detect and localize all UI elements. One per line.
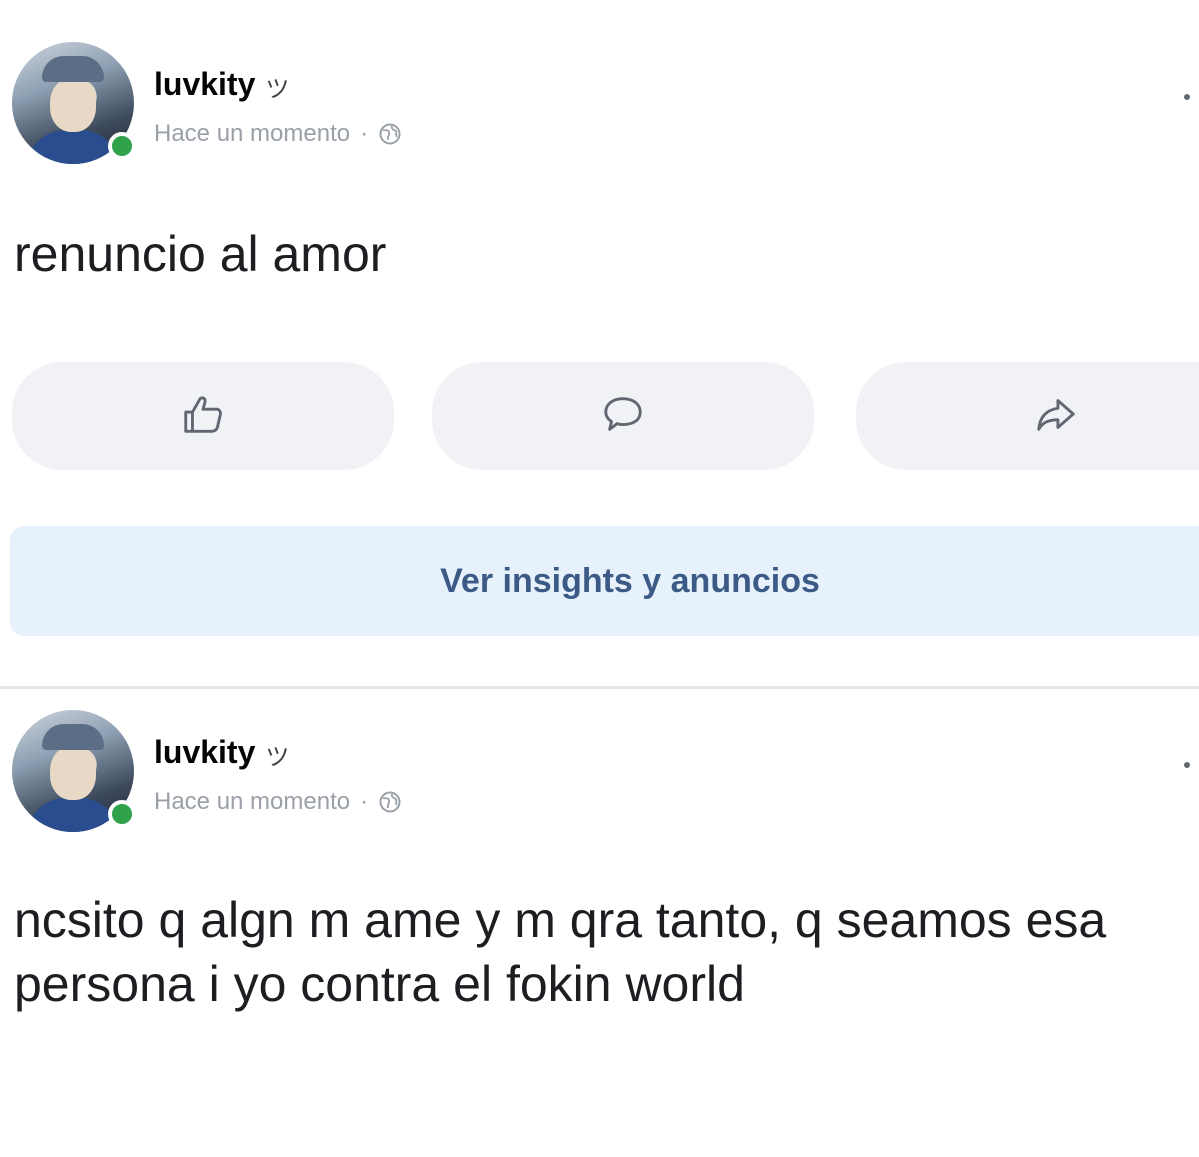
share-arrow-icon [1033,391,1079,442]
post-timestamp[interactable]: Hace un momento [154,120,350,148]
author-name-row: luvkity ツ [154,66,289,103]
more-options-icon[interactable] [1184,94,1190,100]
post-actions [12,362,1199,470]
avatar-shirt [26,130,120,164]
post-text: ncsito q algn m ame y m qra tanto, q sea… [14,892,1107,1012]
post-timestamp[interactable]: Hace un momento [154,788,350,816]
avatar-shirt [26,798,120,832]
online-status-dot [108,132,136,160]
post-meta: Hace un momento · [154,120,402,148]
comment-button[interactable] [432,362,814,470]
post-header: luvkity ツ Hace un momento · [12,710,1192,840]
avatar-cap [42,56,104,82]
globe-icon[interactable] [378,122,402,146]
post-card: luvkity ツ Hace un momento · renuncio al a… [0,0,1199,688]
post-card: luvkity ツ Hace un momento · ncsito q algn… [0,690,1199,1157]
post-divider [0,686,1199,689]
post-text: renuncio al amor [14,226,387,282]
view-insights-button[interactable]: Ver insights y anuncios [10,526,1199,636]
more-options-icon[interactable] [1184,762,1190,768]
author-emoji: ツ [265,76,290,103]
post-header: luvkity ツ Hace un momento · [12,42,1192,172]
globe-icon[interactable] [378,790,402,814]
meta-separator: · [360,120,369,147]
share-button[interactable] [856,362,1199,470]
comment-bubble-icon [600,391,646,442]
insights-label: Ver insights y anuncios [440,561,820,600]
thumbs-up-icon [180,391,226,442]
avatar-face [50,78,96,132]
author-emoji: ツ [265,744,290,771]
post-meta: Hace un momento · [154,788,402,816]
online-status-dot [108,800,136,828]
author-name-row: luvkity ツ [154,734,289,771]
author-name[interactable]: luvkity [154,734,255,770]
author-name[interactable]: luvkity [154,66,255,102]
meta-separator: · [360,788,369,815]
like-button[interactable] [12,362,394,470]
avatar-cap [42,724,104,750]
avatar-face [50,746,96,800]
